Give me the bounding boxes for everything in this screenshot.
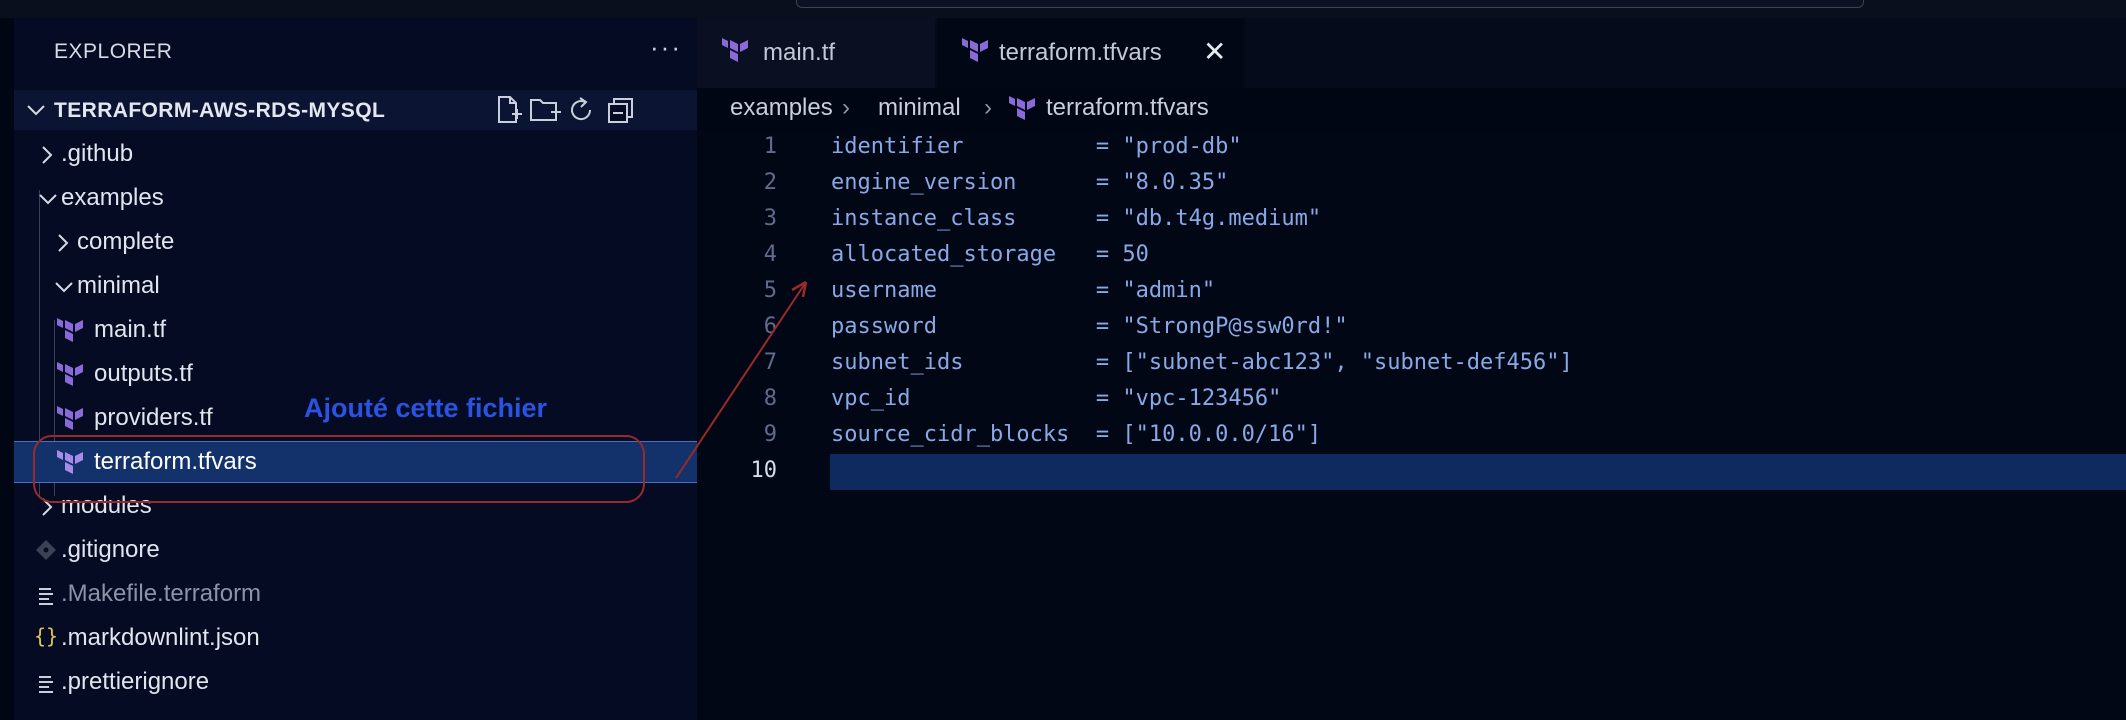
annotation-arrowhead: [791, 280, 808, 298]
annotation-ellipse: [33, 435, 645, 503]
annotation-label: Ajouté cette fichier: [304, 393, 548, 423]
annotation-arrow: [675, 281, 807, 479]
annotation-overlay: [33, 280, 808, 503]
